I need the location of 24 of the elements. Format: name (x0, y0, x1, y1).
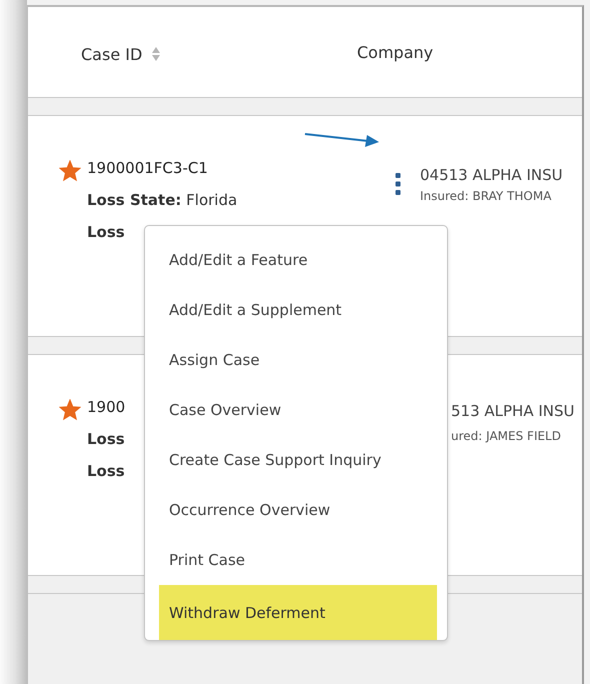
menu-item[interactable]: Occurrence Overview (159, 485, 437, 535)
menu-item[interactable]: Case Overview (159, 385, 437, 435)
case-id[interactable]: 1900 (87, 398, 126, 416)
column-header[interactable]: Company (357, 42, 434, 62)
star-icon[interactable] (59, 399, 81, 421)
menu-item[interactable]: Add/Edit a Feature (159, 235, 437, 285)
menu-item[interactable]: Withdraw Deferment (159, 585, 437, 640)
case-detail: Loss (87, 462, 126, 480)
more-options-icon[interactable] (395, 172, 401, 196)
star-icon[interactable] (59, 160, 81, 182)
menu-item[interactable]: Create Case Support Inquiry (159, 435, 437, 485)
company-name: 513 ALPHA INSU (451, 402, 575, 420)
insured-name: Insured: BRAY THOMA (420, 189, 552, 203)
sort-icon[interactable] (151, 46, 162, 62)
case-id[interactable]: 1900001FC3-C1 (87, 159, 238, 177)
menu-item[interactable]: Assign Case (159, 335, 437, 385)
case-detail: Loss (87, 430, 126, 448)
insured-name: ured: JAMES FIELD (451, 429, 562, 443)
column-header[interactable]: Case ID (81, 44, 142, 64)
menu-item[interactable]: Print Case (159, 535, 437, 585)
company-name: 04513 ALPHA INSU (420, 166, 563, 184)
case-detail: Loss State: Florida (87, 191, 238, 209)
case-detail: Loss (87, 223, 126, 241)
menu-item[interactable]: Add/Edit a Supplement (159, 285, 437, 335)
